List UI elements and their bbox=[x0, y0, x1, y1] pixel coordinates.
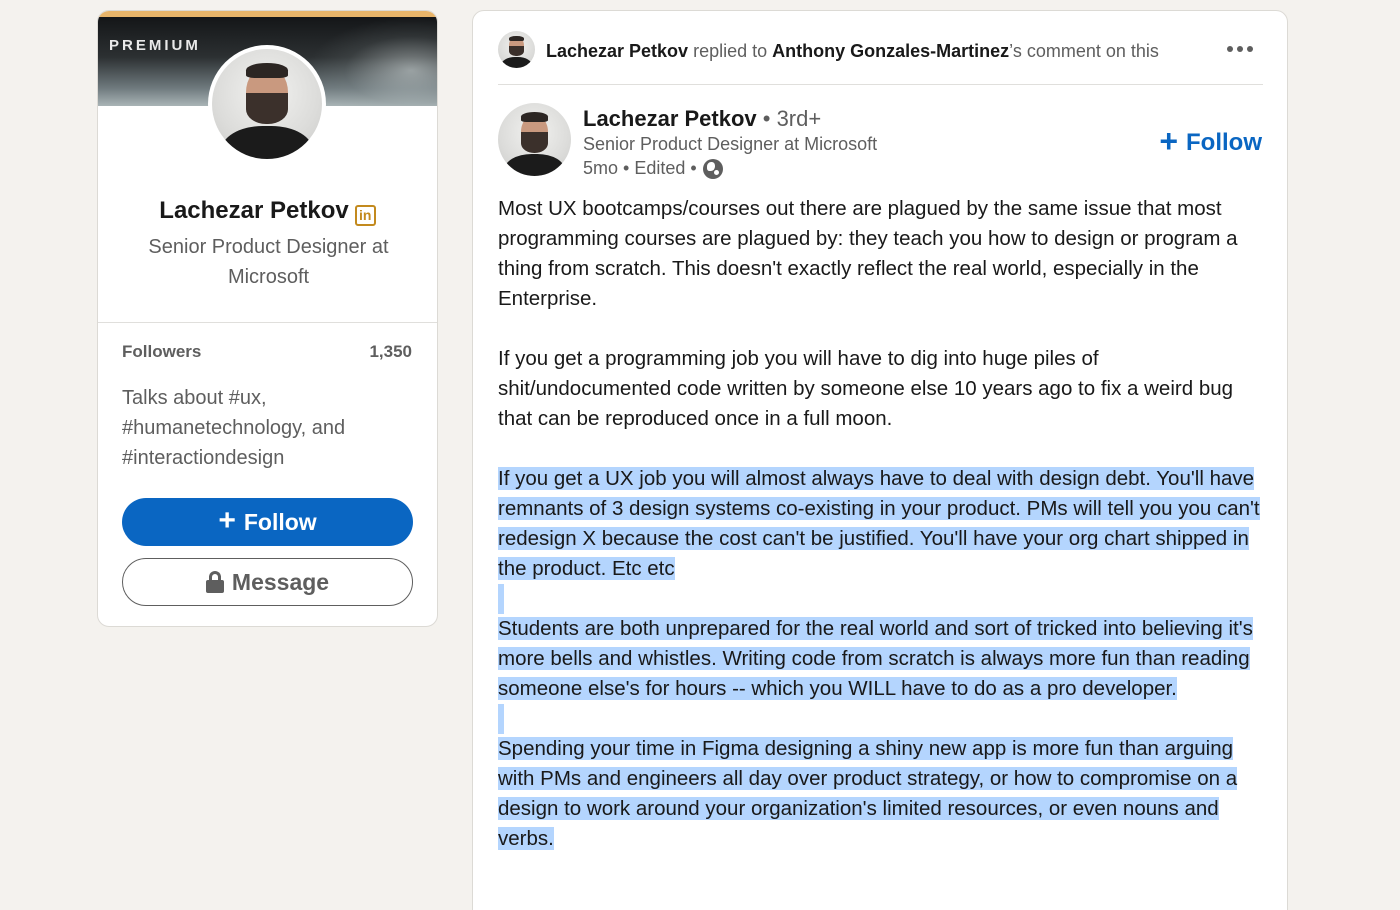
lock-icon bbox=[205, 571, 224, 593]
post-paragraph: If you get a programming job you will ha… bbox=[498, 344, 1268, 434]
selected-text: Spending your time in Figma designing a … bbox=[498, 737, 1238, 850]
activity-header: Lachezar Petkov replied to Anthony Gonza… bbox=[498, 27, 1258, 83]
selection-gap bbox=[498, 704, 1268, 734]
post-meta: 5mo • Edited • bbox=[583, 158, 723, 179]
followers-count: 1,350 bbox=[369, 342, 412, 361]
paragraph-text: Most UX bootcamps/courses out there are … bbox=[498, 197, 1238, 310]
talks-about: Talks about #ux, #humanetechnology, and … bbox=[122, 387, 346, 469]
profile-avatar[interactable] bbox=[208, 45, 326, 163]
author-name-text[interactable]: Lachezar Petkov bbox=[583, 106, 757, 131]
paragraph-text: If you get a programming job you will ha… bbox=[498, 347, 1234, 430]
activity-suffix: ’s comment on this bbox=[1009, 41, 1159, 61]
message-button-label: Message bbox=[231, 568, 330, 595]
more-options-icon[interactable] bbox=[1222, 35, 1258, 63]
profile-card: PREMIUM Lachezar Petkov in Senior Product… bbox=[97, 10, 438, 627]
post-card: Lachezar Petkov replied to Anthony Gonza… bbox=[472, 10, 1288, 910]
post-meta-text: 5mo • Edited • bbox=[583, 158, 697, 178]
activity-text: Lachezar Petkov replied to Anthony Gonza… bbox=[546, 39, 1186, 63]
author-title: Senior Product Designer at Microsoft bbox=[583, 134, 878, 154]
premium-label: PREMIUM bbox=[109, 37, 201, 54]
profile-headline: Senior Product Designer at Microsoft bbox=[148, 236, 389, 288]
divider bbox=[98, 322, 437, 323]
activity-action: replied to bbox=[688, 41, 773, 61]
follow-button[interactable]: + Follow bbox=[122, 498, 413, 546]
post-paragraph-selected: If you get a UX job you will almost alwa… bbox=[498, 464, 1268, 584]
post-body[interactable]: Most UX bootcamps/courses out there are … bbox=[498, 194, 1268, 884]
follow-button-label: Follow bbox=[243, 508, 317, 535]
linkedin-premium-icon: in bbox=[354, 205, 376, 226]
plus-icon: + bbox=[218, 503, 236, 537]
connection-degree: • 3rd+ bbox=[756, 106, 822, 131]
activity-avatar[interactable] bbox=[498, 31, 535, 68]
follow-link-label: Follow bbox=[1186, 128, 1262, 156]
selected-text: Students are both unprepared for the rea… bbox=[498, 617, 1253, 700]
profile-name[interactable]: Lachezar Petkov in bbox=[98, 197, 437, 226]
post-paragraph: Most UX bootcamps/courses out there are … bbox=[498, 194, 1268, 314]
plus-icon: + bbox=[1159, 123, 1179, 159]
selected-text: If you get a UX job you will almost alwa… bbox=[498, 467, 1260, 580]
profile-name-text[interactable]: Lachezar Petkov bbox=[159, 197, 348, 224]
follow-link-button[interactable]: + Follow bbox=[1159, 123, 1262, 159]
post-paragraph-selected: Students are both unprepared for the rea… bbox=[498, 614, 1268, 704]
selection-gap bbox=[498, 584, 1268, 614]
followers-label: Followers bbox=[122, 342, 202, 361]
globe-icon bbox=[702, 158, 723, 179]
author-name[interactable]: Lachezar Petkov • 3rd+ bbox=[583, 106, 821, 132]
message-button[interactable]: Message bbox=[122, 558, 413, 606]
activity-target-link[interactable]: Anthony Gonzales-Martinez bbox=[772, 41, 1009, 61]
activity-actor-link[interactable]: Lachezar Petkov bbox=[546, 41, 688, 61]
post-paragraph-selected: Spending your time in Figma designing a … bbox=[498, 734, 1268, 854]
author-avatar[interactable] bbox=[498, 103, 571, 176]
divider bbox=[498, 84, 1263, 85]
